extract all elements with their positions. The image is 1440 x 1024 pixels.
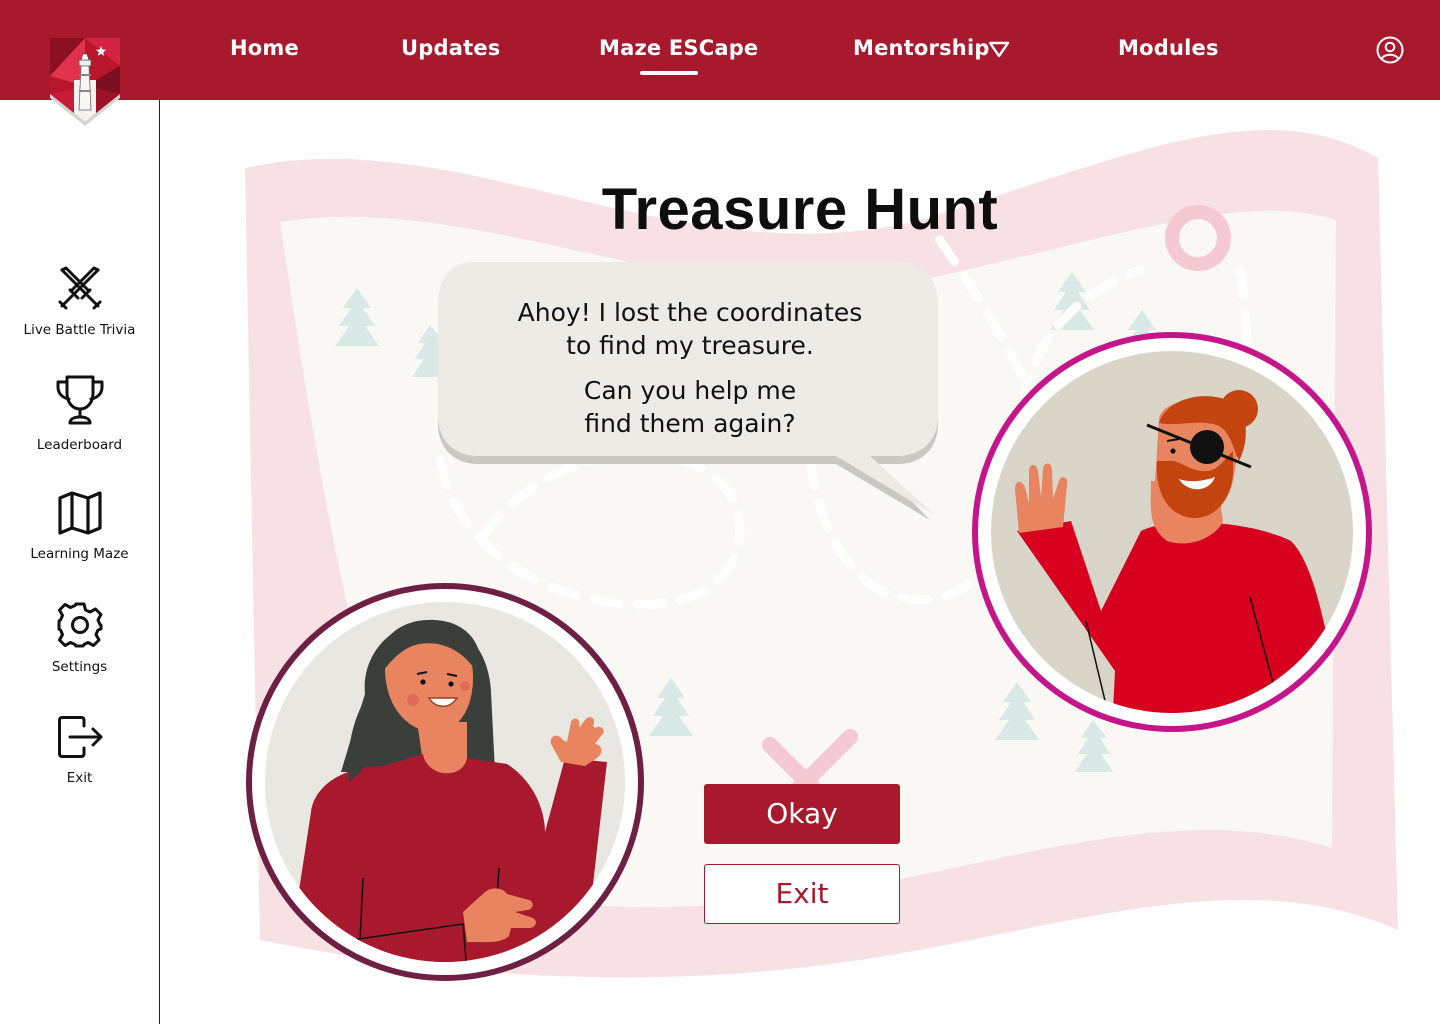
gear-icon	[57, 602, 102, 648]
chevron-down-icon[interactable]	[988, 41, 1010, 59]
exit-icon	[57, 716, 102, 758]
dialog-text: Ahoy! I lost the coordinates to find my t…	[440, 296, 940, 440]
user-circle-icon[interactable]	[1376, 36, 1404, 64]
sidebar-item-learning-maze[interactable]: Learning Maze	[0, 490, 159, 562]
nav-maze-escape[interactable]: Maze ESCape	[599, 36, 758, 75]
crossed-swords-icon	[58, 266, 101, 310]
sidebar-item-label: Leaderboard	[36, 437, 123, 453]
university-crest-logo[interactable]	[46, 36, 124, 126]
nav-mentorship[interactable]: Mentorship	[853, 36, 990, 66]
dialog-line: Can you help me	[583, 376, 797, 405]
map-icon	[57, 491, 102, 535]
nav-home[interactable]: Home	[230, 36, 299, 66]
top-nav-bar: Home Updates Maze ESCape Mentorship Modu…	[0, 0, 1440, 100]
sidebar-item-settings[interactable]: Settings	[0, 601, 159, 675]
nav-updates[interactable]: Updates	[401, 36, 500, 66]
sidebar-item-exit[interactable]: Exit	[0, 714, 159, 786]
woman-character-avatar	[246, 583, 644, 981]
exit-button[interactable]: Exit	[704, 864, 900, 924]
sidebar-item-live-battle-trivia[interactable]: Live Battle Trivia	[0, 264, 159, 338]
sidebar-item-label: Live Battle Trivia	[23, 322, 136, 338]
okay-button[interactable]: Okay	[704, 784, 900, 844]
sidebar-item-leaderboard[interactable]: Leaderboard	[0, 373, 159, 453]
sidebar: Live Battle Trivia Leaderboard Learning …	[0, 100, 160, 1024]
sidebar-item-label: Exit	[66, 770, 93, 786]
main-stage: Treasure Hunt Ahoy! I lost the coordinat…	[160, 100, 1440, 1024]
dialog-line: Ahoy! I lost the coordinates	[517, 298, 863, 327]
pirate-character-avatar	[972, 332, 1372, 732]
page-title: Treasure Hunt	[601, 177, 999, 242]
sidebar-item-label: Settings	[51, 659, 108, 675]
trophy-icon	[56, 375, 103, 425]
sidebar-item-label: Learning Maze	[30, 546, 129, 562]
dialog-line: to find my treasure.	[566, 331, 814, 360]
nav-modules[interactable]: Modules	[1118, 36, 1219, 66]
dialog-line: find them again?	[584, 409, 796, 438]
